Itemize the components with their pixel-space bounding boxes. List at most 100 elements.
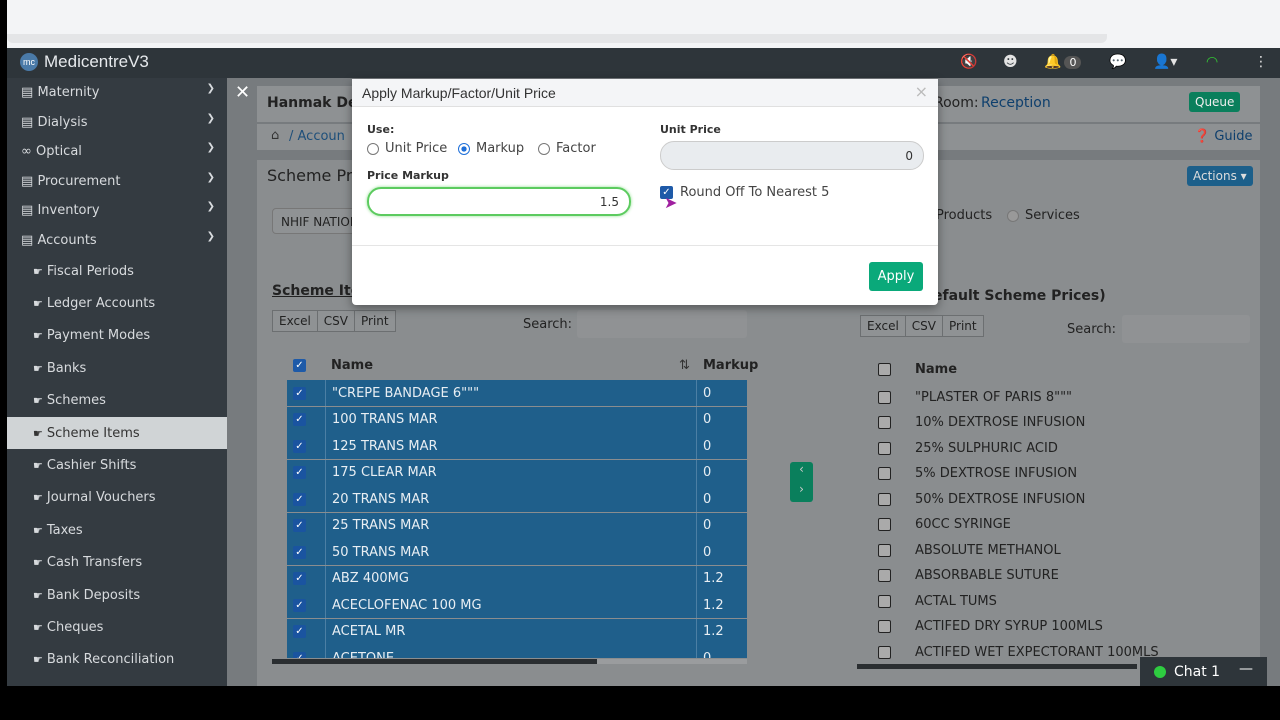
table-row[interactable]: ✓ 50 TRANS MAR 0 xyxy=(287,539,747,565)
export-excel-button[interactable]: Excel xyxy=(860,315,906,337)
row-checkbox[interactable] xyxy=(878,594,891,608)
apply-button[interactable]: Apply xyxy=(869,262,923,291)
move-right-button[interactable]: › xyxy=(790,482,813,502)
sidebar-subitem[interactable]: ☛ Fiscal Periods xyxy=(7,255,227,287)
sidebar-subitem[interactable]: ☛ Payment Modes xyxy=(7,320,227,352)
row-checkbox[interactable]: ✓ xyxy=(293,439,306,453)
close-icon[interactable]: ✕ xyxy=(235,82,250,103)
sidebar-item-maternity[interactable]: ▤ Maternity ❯ xyxy=(7,78,227,108)
table-row[interactable]: 50% DEXTROSE INFUSION xyxy=(872,486,1250,512)
table-row[interactable]: 25% SULPHURIC ACID xyxy=(872,435,1250,461)
export-print-button[interactable]: Print xyxy=(942,315,984,337)
sidebar-subitem[interactable]: ☛ Ledger Accounts xyxy=(7,287,227,319)
row-checkbox[interactable] xyxy=(878,543,891,557)
export-csv-button[interactable]: CSV xyxy=(904,315,944,337)
sidebar-subitem[interactable]: ☛ Cashier Shifts xyxy=(7,449,227,481)
table-row[interactable]: ✓ 100 TRANS MAR 0 xyxy=(287,406,747,433)
row-checkbox[interactable]: ✓ xyxy=(293,651,306,658)
export-excel-button[interactable]: Excel xyxy=(272,310,318,332)
row-checkbox[interactable] xyxy=(878,569,891,582)
right-search-input[interactable] xyxy=(1122,315,1250,343)
row-checkbox[interactable] xyxy=(878,645,891,659)
row-checkbox[interactable]: ✓ xyxy=(293,625,306,638)
table-row[interactable]: 60CC SYRINGE xyxy=(872,512,1250,538)
row-checkbox[interactable]: ✓ xyxy=(293,598,306,612)
row-checkbox[interactable]: ✓ xyxy=(293,466,306,479)
sidebar-subitem[interactable]: ☛ Cash Transfers xyxy=(7,547,227,579)
row-checkbox[interactable] xyxy=(878,620,891,633)
sort-icon[interactable]: ⇅ xyxy=(679,358,690,373)
table-row[interactable]: 10% DEXTROSE INFUSION xyxy=(872,410,1250,436)
right-select-all-checkbox[interactable] xyxy=(878,362,891,376)
table-row[interactable]: ACTAL TUMS xyxy=(872,588,1250,614)
sidebar-item-accounts[interactable]: ▤ Accounts ❯ xyxy=(7,226,227,256)
chat-widget[interactable]: Chat 1 — xyxy=(1140,657,1267,686)
sidebar-item-procurement[interactable]: ▤ Procurement ❯ xyxy=(7,167,227,197)
radio-markup[interactable]: Markup xyxy=(458,141,524,156)
table-row[interactable]: ACTIFED DRY SYRUP 100MLS xyxy=(872,614,1250,640)
export-csv-button[interactable]: CSV xyxy=(316,310,356,332)
sidebar-subitem[interactable]: ☛ Banks xyxy=(7,352,227,384)
left-col-name[interactable]: Name xyxy=(331,358,373,373)
radio-unit-price[interactable]: Unit Price xyxy=(367,141,447,156)
row-checkbox[interactable] xyxy=(878,492,891,506)
modal-close-icon[interactable]: × xyxy=(915,82,928,101)
row-checkbox[interactable] xyxy=(878,416,891,429)
row-checkbox[interactable]: ✓ xyxy=(293,386,306,400)
sidebar-item-dialysis[interactable]: ▤ Dialysis ❯ xyxy=(7,108,227,138)
actions-button[interactable]: Actions ▾ xyxy=(1187,166,1253,186)
table-row[interactable]: "PLASTER OF PARIS 8""" xyxy=(872,384,1250,410)
table-row[interactable]: ABSOLUTE METHANOL xyxy=(872,537,1250,563)
radio-factor[interactable]: Factor xyxy=(538,141,596,156)
chat-icon[interactable]: 💬 xyxy=(1109,54,1126,70)
table-row[interactable]: ✓ 25 TRANS MAR 0 xyxy=(287,512,747,539)
row-checkbox[interactable]: ✓ xyxy=(293,545,306,559)
services-radio[interactable]: Services xyxy=(1007,208,1080,223)
move-left-button[interactable]: ‹ xyxy=(790,462,813,482)
left-col-markup[interactable]: Markup xyxy=(703,358,758,373)
app-brand[interactable]: mc MedicentreV3 xyxy=(20,52,149,72)
row-checkbox[interactable] xyxy=(878,467,891,480)
row-checkbox[interactable] xyxy=(878,390,891,404)
table-row[interactable]: 5% DEXTROSE INFUSION xyxy=(872,461,1250,487)
row-checkbox[interactable] xyxy=(878,441,891,455)
sidebar-subitem[interactable]: ☛ Schemes xyxy=(7,385,227,417)
room-value[interactable]: Reception xyxy=(981,95,1051,111)
mute-icon[interactable]: 🔇 xyxy=(960,54,977,70)
table-row[interactable]: ✓ ACETAL MR 1.2 xyxy=(287,618,747,645)
table-row[interactable]: ✓ ACECLOFENAC 100 MG 1.2 xyxy=(287,592,747,618)
select-all-checkbox[interactable]: ✓ xyxy=(293,358,306,372)
row-checkbox[interactable] xyxy=(878,518,891,531)
row-checkbox[interactable]: ✓ xyxy=(293,572,306,585)
user-group-icon[interactable]: ☻ xyxy=(1003,54,1018,70)
home-icon[interactable]: ⌂ xyxy=(271,128,279,143)
bell-icon[interactable]: 🔔 0 xyxy=(1044,54,1082,70)
left-scrollbar[interactable] xyxy=(272,659,747,664)
sidebar-subitem[interactable]: ☛ Scheme Items xyxy=(7,416,227,450)
sidebar-subitem[interactable]: ☛ Taxes xyxy=(7,514,227,546)
table-row[interactable]: ✓ ACETONE 0 xyxy=(287,645,747,658)
table-row[interactable]: ABSORBABLE SUTURE xyxy=(872,563,1250,589)
minimize-icon[interactable]: — xyxy=(1239,661,1253,677)
products-radio[interactable]: Products xyxy=(936,208,992,223)
sidebar-subitem[interactable]: ☛ Bank Reconciliation xyxy=(7,644,227,676)
queue-button[interactable]: Queue xyxy=(1189,92,1241,112)
sidebar-item-inventory[interactable]: ▤ Inventory ❯ xyxy=(7,196,227,226)
table-row[interactable]: ✓ 125 TRANS MAR 0 xyxy=(287,433,747,459)
table-row[interactable]: ✓ 175 CLEAR MAR 0 xyxy=(287,459,747,486)
more-icon[interactable]: ⋮ xyxy=(1254,54,1268,70)
user-icon[interactable]: 👤▾ xyxy=(1153,54,1177,70)
row-checkbox[interactable]: ✓ xyxy=(293,413,306,426)
guide-link[interactable]: ❓ Guide xyxy=(1194,129,1253,144)
sidebar-item-optical[interactable]: ∞ Optical ❯ xyxy=(7,137,227,167)
round-off-checkbox[interactable]: ✓ Round Off To Nearest 5 xyxy=(660,185,829,200)
table-row[interactable]: ✓ ABZ 400MG 1.2 xyxy=(287,565,747,592)
table-row[interactable]: ✓ "CREPE BANDAGE 6""" 0 xyxy=(287,380,747,406)
sidebar-subitem[interactable]: ☛ Bank Deposits xyxy=(7,579,227,611)
row-checkbox[interactable]: ✓ xyxy=(293,492,306,506)
right-col-name[interactable]: Name xyxy=(915,362,957,377)
left-search-input[interactable] xyxy=(577,310,747,338)
table-row[interactable]: ✓ 20 TRANS MAR 0 xyxy=(287,486,747,512)
left-scroll-thumb[interactable] xyxy=(272,659,597,664)
sidebar-subitem[interactable]: ☛ Journal Vouchers xyxy=(7,482,227,514)
